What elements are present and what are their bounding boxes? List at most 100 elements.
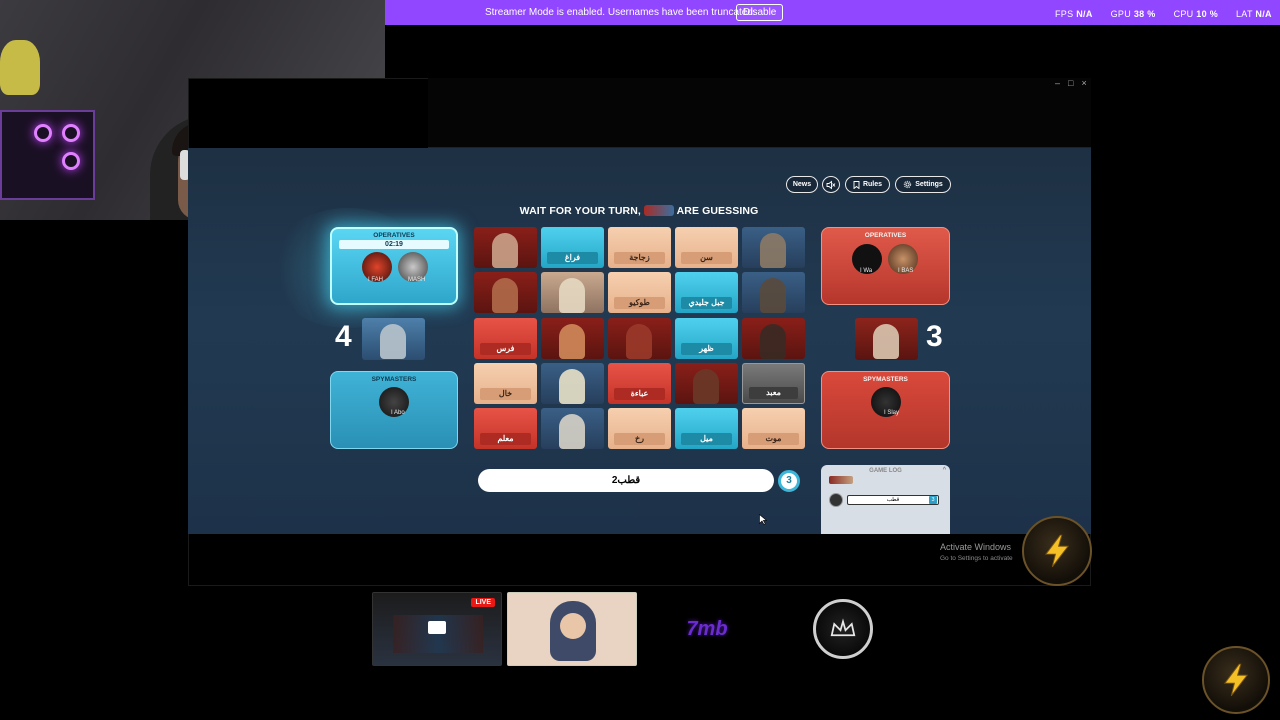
log-entry: قطب 3 [847, 495, 939, 505]
spymaster-name: I Slay [884, 410, 900, 416]
card-word: عباءة [614, 388, 665, 400]
card[interactable]: جبل جليدي [675, 272, 738, 313]
blue-agent-card [362, 318, 425, 360]
lightning-logo-icon [1202, 646, 1270, 714]
gpu-stat: GPU 38 % [1110, 9, 1156, 19]
crown-thumb[interactable] [777, 592, 907, 666]
red-operatives-panel: OPERATIVES I Wa I BAS [821, 227, 950, 305]
red-score: 3 [926, 320, 943, 353]
pc-case [0, 110, 95, 200]
fps-stat: FPS N/A [1055, 9, 1093, 19]
card[interactable]: رخ [608, 408, 671, 449]
card-word: معبد [749, 387, 798, 399]
guessing-team-avatars [643, 205, 674, 216]
live-badge: LIVE [471, 598, 495, 607]
game-log-panel[interactable]: GAME LOG ^ قطب 3 [821, 465, 950, 534]
mouse-cursor-icon [759, 514, 767, 525]
plush-toy [0, 40, 40, 95]
card-word: فرس [480, 343, 531, 355]
clue-count: 3 [778, 470, 800, 492]
blue-operatives-title: OPERATIVES [373, 232, 415, 239]
card-revealed-blue [541, 363, 604, 404]
card-revealed-blue [541, 408, 604, 449]
operative-name: I BAS [898, 268, 914, 274]
monitor-icon [428, 621, 446, 634]
card-word: خال [480, 388, 531, 400]
chevron-up-icon[interactable]: ^ [943, 467, 946, 474]
card-assassin[interactable]: معبد [742, 363, 805, 404]
activate-windows-watermark: Activate Windows Go to Settings to activ… [940, 542, 1013, 562]
mascot-thumb[interactable] [507, 592, 637, 666]
clue-word: قطب2 [478, 469, 774, 492]
red-spymasters-title: SPYMASTERS [863, 376, 908, 383]
card-revealed-blue [742, 272, 805, 313]
card-word: فراغ [547, 252, 598, 264]
card-word: ميل [681, 433, 732, 445]
card[interactable]: سن [675, 227, 738, 268]
card[interactable]: فراغ [541, 227, 604, 268]
turn-status: WAIT FOR YOUR TURN, ARE GUESSING [519, 205, 759, 217]
maximize-icon[interactable]: □ [1068, 78, 1073, 88]
card-revealed-red [474, 227, 537, 268]
window-titlebar [428, 78, 1091, 148]
card[interactable]: موت [742, 408, 805, 449]
card[interactable]: طوكيو [608, 272, 671, 313]
lightning-logo-icon [1022, 516, 1092, 586]
card-word: سن [681, 252, 732, 264]
card-revealed-red [742, 318, 805, 359]
brand-logo: 7mb [686, 617, 728, 640]
card-word: ظهر [681, 343, 732, 355]
close-icon[interactable]: × [1081, 78, 1086, 88]
streamer-mode-banner: Streamer Mode is enabled. Usernames have… [385, 0, 1280, 25]
card[interactable]: ظهر [675, 318, 738, 359]
speaker-muted-icon [826, 180, 836, 189]
card[interactable]: زجاجة [608, 227, 671, 268]
card[interactable]: عباءة [608, 363, 671, 404]
blue-score: 4 [335, 320, 352, 353]
card-word: زجاجة [614, 252, 665, 264]
card-word: موت [748, 433, 799, 445]
gear-icon [904, 180, 912, 189]
card-word: طوكيو [614, 297, 665, 309]
news-button[interactable]: News [786, 176, 818, 193]
cpu-stat: CPU 10 % [1173, 9, 1218, 19]
card[interactable]: معلم [474, 408, 537, 449]
blue-spymasters-title: SPYMASTERS [371, 376, 417, 383]
mute-button[interactable] [822, 176, 840, 193]
spymaster-name: I Abo [391, 410, 405, 416]
stream-preview-thumb[interactable]: LIVE [372, 592, 502, 666]
card-word: جبل جليدي [681, 297, 732, 309]
avatar [829, 493, 843, 507]
disable-button[interactable]: Disable [736, 4, 784, 21]
blue-operatives-panel: OPERATIVES 02:19 I FAH MASH [330, 227, 458, 305]
card-revealed-red [675, 363, 738, 404]
streamer-mode-message: Streamer Mode is enabled. Usernames have… [485, 7, 756, 18]
window-controls: – □ × [1055, 78, 1087, 88]
card[interactable]: فرس [474, 318, 537, 359]
operative-name: I Wa [860, 268, 873, 274]
red-agent-card [855, 318, 918, 360]
card-revealed-red [541, 318, 604, 359]
blue-spymasters-panel: SPYMASTERS I Abo [330, 371, 458, 449]
crown-icon [813, 599, 873, 659]
card-word: معلم [480, 433, 531, 445]
card-revealed-red [474, 272, 537, 313]
card-word: رخ [614, 433, 665, 445]
game-log-title: GAME LOG [869, 468, 902, 474]
brand-thumb[interactable]: 7mb [642, 592, 772, 666]
turn-timer: 02:19 [339, 240, 449, 249]
card-revealed-blue [742, 227, 805, 268]
card-revealed-red [608, 318, 671, 359]
log-avatars [829, 476, 853, 484]
card[interactable]: ميل [675, 408, 738, 449]
red-operatives-title: OPERATIVES [864, 232, 907, 239]
minimize-icon[interactable]: – [1055, 78, 1060, 88]
lat-stat: LAT N/A [1236, 9, 1272, 19]
bookmark-icon [853, 180, 860, 189]
card[interactable]: خال [474, 363, 537, 404]
operative-name: I FAH [368, 277, 384, 283]
red-spymasters-panel: SPYMASTERS I Slay [821, 371, 950, 449]
perf-stats: FPS N/A GPU 38 % CPU 10 % LAT N/A [1055, 9, 1272, 19]
settings-button[interactable]: Settings [895, 176, 951, 193]
rules-button[interactable]: Rules [845, 176, 890, 193]
